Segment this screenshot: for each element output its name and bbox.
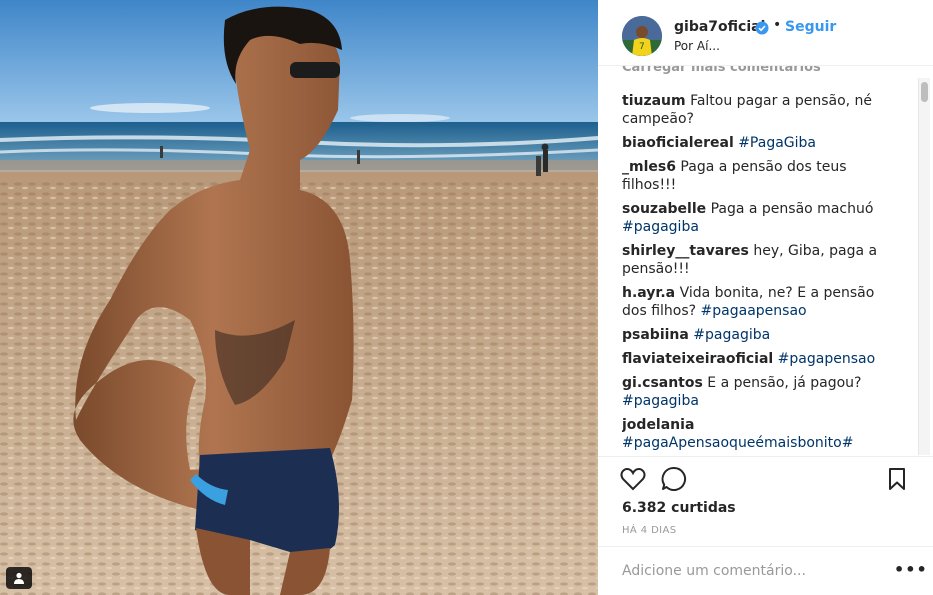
post-timestamp[interactable]: HÁ 4 DIAS [622, 525, 677, 536]
comment-username[interactable]: _mles6 [622, 159, 676, 175]
location-link[interactable]: Por Aí... [674, 39, 720, 53]
beach-photo [0, 0, 598, 595]
load-more-comments-button[interactable]: Carregar mais comentários [622, 66, 821, 75]
post-header: 7 giba7oficial • Seguir Por Aí... [598, 0, 933, 66]
comment-username[interactable]: souzabelle [622, 201, 706, 217]
comment-username[interactable]: tiuzaum [622, 93, 686, 109]
comment-item: souzabelle Paga a pensão machuó #pagagib… [622, 200, 892, 236]
username[interactable]: giba7oficial [674, 19, 765, 35]
likes-count[interactable]: 6.382 curtidas [622, 500, 736, 516]
comment-username[interactable]: h.ayr.a [622, 285, 675, 301]
post-photo[interactable] [0, 0, 598, 595]
comment-item: h.ayr.a Vida bonita, ne? E a pensão dos … [622, 284, 892, 320]
comment-item: shirley__tavares hey, Giba, paga a pensã… [622, 242, 892, 278]
comment-hashtag[interactable]: #PagaGiba [738, 135, 816, 151]
comment-username[interactable]: gi.csantos [622, 375, 703, 391]
add-comment-bar: ••• [598, 546, 933, 595]
heart-icon[interactable] [620, 467, 646, 491]
comment-hashtag[interactable]: #pagagiba [622, 393, 699, 409]
comment-item: flaviateixeiraoficial #pagapensao [622, 350, 892, 368]
comments-section: Carregar mais comentários tiuzaum Faltou… [622, 66, 910, 456]
verified-badge-icon [755, 21, 769, 35]
comment-input[interactable] [622, 561, 882, 581]
comment-item: tiuzaum Faltou pagar a pensão, né campeã… [622, 92, 892, 128]
tagged-people-button[interactable] [6, 567, 32, 589]
comment-hashtag[interactable]: #pagagiba [622, 219, 699, 235]
avatar-image: 7 [622, 16, 662, 56]
comment-hashtag[interactable]: #pagapensao [778, 351, 875, 367]
scrollbar-thumb[interactable] [921, 82, 928, 102]
comments-scrollbar[interactable] [918, 78, 930, 455]
comment-list: tiuzaum Faltou pagar a pensão, né campeã… [622, 92, 892, 456]
comment-username[interactable]: shirley__tavares [622, 243, 749, 259]
bookmark-icon[interactable] [887, 467, 907, 491]
svg-text:7: 7 [639, 42, 645, 52]
comment-item: jodelania #pagaApensaoqueémaisbonito# [622, 416, 892, 452]
comment-username[interactable]: psabiina [622, 327, 689, 343]
comment-item: gi.csantos E a pensão, já pagou? #pagagi… [622, 374, 892, 410]
comment-item: _mles6 Paga a pensão dos teus filhos!!! [622, 158, 892, 194]
comment-text: E a pensão, já pagou? [707, 375, 862, 391]
follow-button[interactable]: Seguir [785, 19, 836, 35]
comment-username[interactable]: flaviateixeiraoficial [622, 351, 773, 367]
more-options-button[interactable]: ••• [894, 562, 928, 578]
comment-hashtag[interactable]: #pagaapensao [701, 303, 807, 319]
avatar[interactable]: 7 [622, 16, 662, 56]
comment-item: psabiina #pagagiba [622, 326, 892, 344]
comment-username[interactable]: jodelania [622, 417, 694, 433]
comment-hashtag[interactable]: #pagagiba [693, 327, 770, 343]
comment-item: biaoficialereal #PagaGiba [622, 134, 892, 152]
comment-text: Paga a pensão machuó [710, 201, 874, 217]
post-sidebar: 7 giba7oficial • Seguir Por Aí... Carreg… [598, 0, 933, 595]
comment-username[interactable]: biaoficialereal [622, 135, 734, 151]
separator-dot: • [773, 17, 782, 33]
person-icon [14, 572, 24, 584]
speech-bubble-icon[interactable] [661, 466, 687, 492]
comment-hashtag[interactable]: #pagaApensaoqueémaisbonito# [622, 435, 853, 451]
post-actions: 6.382 curtidas HÁ 4 DIAS [598, 456, 933, 546]
